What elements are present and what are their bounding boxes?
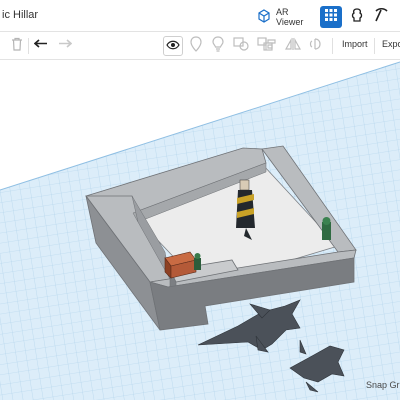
brick-icon bbox=[349, 7, 365, 28]
toolbar-divider bbox=[374, 38, 375, 54]
toolbar-divider bbox=[332, 38, 333, 54]
ar-viewer-label: AR Viewer bbox=[276, 7, 304, 27]
figure-green-right[interactable] bbox=[322, 217, 331, 240]
trash-icon bbox=[11, 37, 23, 56]
cut-icon bbox=[308, 37, 322, 56]
toolbar-divider bbox=[28, 38, 29, 54]
delete-button[interactable] bbox=[8, 37, 26, 55]
notes-button[interactable] bbox=[187, 35, 205, 57]
design-title[interactable]: ic Hillar bbox=[2, 9, 38, 21]
align-button[interactable] bbox=[262, 37, 280, 55]
snap-grid-label[interactable]: Snap Grid bbox=[366, 380, 400, 390]
undo-icon bbox=[33, 37, 48, 55]
pickaxe-icon bbox=[373, 7, 389, 28]
redo-icon bbox=[58, 37, 73, 55]
group-button[interactable] bbox=[232, 36, 250, 56]
cut-button[interactable] bbox=[306, 37, 324, 55]
workplane-canvas[interactable] bbox=[0, 60, 400, 400]
show-all-icon bbox=[166, 37, 180, 55]
bricks-view-button[interactable] bbox=[346, 6, 368, 28]
ar-viewer-button[interactable]: AR Viewer bbox=[256, 6, 316, 28]
grid-view-icon bbox=[324, 8, 338, 27]
workplane[interactable] bbox=[0, 60, 400, 400]
top-bar: ic Hillar AR Viewer bbox=[0, 0, 400, 32]
align-icon bbox=[264, 37, 278, 56]
minecraft-view-button[interactable] bbox=[370, 6, 392, 28]
import-button[interactable]: Import bbox=[342, 39, 368, 49]
mirror-button[interactable] bbox=[284, 37, 302, 55]
edit-toolbar: Import Expo bbox=[0, 32, 400, 60]
figure-green-small[interactable] bbox=[194, 253, 201, 270]
light-button[interactable] bbox=[209, 35, 227, 57]
grid-view-button[interactable] bbox=[320, 6, 342, 28]
mirror-icon bbox=[284, 37, 302, 56]
undo-button[interactable] bbox=[32, 37, 50, 55]
export-button[interactable]: Expo bbox=[382, 39, 400, 49]
show-all-button[interactable] bbox=[163, 36, 183, 56]
bulb-icon bbox=[211, 35, 225, 57]
ar-cube-icon bbox=[256, 8, 272, 26]
note-icon bbox=[189, 35, 203, 57]
redo-button[interactable] bbox=[56, 37, 74, 55]
group-icon bbox=[233, 36, 249, 56]
